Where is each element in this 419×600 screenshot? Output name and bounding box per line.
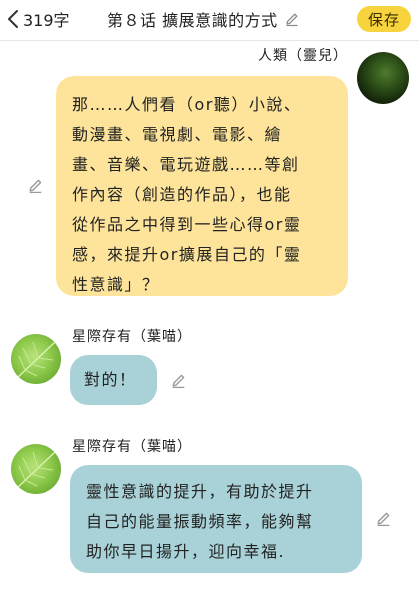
message-line: 動漫畫、電視劇、電影、繪 [72, 125, 283, 144]
message-bubble[interactable]: 靈性意識的提升，有助於提升 自己的能量振動頻率，能夠幫 助你早日揚升，迎向幸福. [70, 465, 362, 573]
message-bubble[interactable]: 對的！ [70, 355, 157, 405]
char-count: 319字 [23, 11, 70, 30]
speaker-name: 星際存有（葉喵） [72, 329, 192, 345]
message-line: 那……人們看（or聽）小說、 [72, 95, 302, 114]
message-line: 作內容（創造的作品），也能 [72, 185, 292, 204]
message-line: 自己的能量振動頻率，能夠幫 [86, 512, 314, 531]
speaker-name: 星際存有（葉喵） [72, 439, 192, 455]
pencil-icon[interactable] [375, 510, 392, 527]
chapter-title: 第８话 擴展意識的方式 [107, 11, 278, 30]
chevron-left-icon [6, 9, 20, 29]
top-bar: 319字 第８话 擴展意識的方式 保存 [0, 0, 419, 41]
avatar[interactable] [11, 444, 61, 494]
message-line: 對的！ [84, 370, 137, 389]
message-line: 感，來提升or擴展自己的「靈 [72, 245, 302, 264]
pencil-icon[interactable] [170, 372, 187, 389]
speaker-name: 人類（靈兒） [258, 48, 348, 64]
message-line: 靈性意識的提升，有助於提升 [86, 482, 314, 501]
message-line: 畫、音樂、電玩遊戲……等創 [72, 155, 300, 174]
avatar[interactable] [357, 52, 409, 104]
message-line: 從作品之中得到一些心得or靈 [72, 215, 302, 234]
pencil-icon[interactable] [27, 177, 44, 194]
pencil-icon[interactable] [284, 11, 300, 27]
chapter-title-group[interactable]: 第８话 擴展意識的方式 [107, 6, 300, 32]
avatar[interactable] [11, 334, 61, 384]
message-bubble[interactable]: 那……人們看（or聽）小說、 動漫畫、電視劇、電影、繪 畫、音樂、電玩遊戲……等… [56, 76, 348, 296]
back-button[interactable]: 319字 [6, 7, 70, 31]
save-button[interactable]: 保存 [357, 6, 411, 32]
message-line: 性意識」？ [72, 275, 160, 294]
message-line: 助你早日揚升，迎向幸福. [86, 542, 286, 561]
